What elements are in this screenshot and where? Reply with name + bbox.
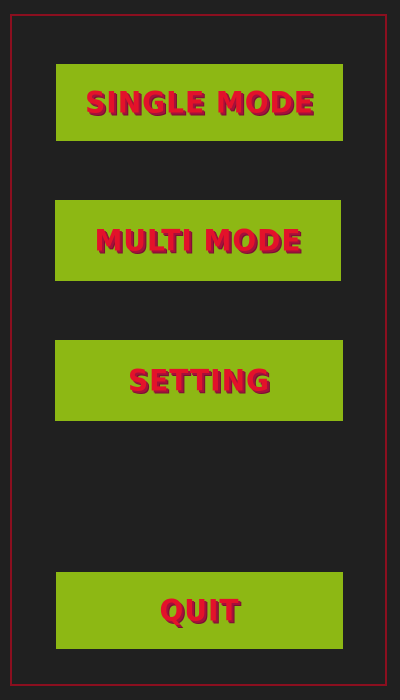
setting-label: SETTING [128, 363, 270, 398]
single-mode-button[interactable]: SINGLE MODE [56, 64, 343, 141]
main-menu-screen: SINGLE MODE MULTI MODE SETTING QUIT [0, 0, 400, 700]
setting-button[interactable]: SETTING [55, 340, 343, 421]
multi-mode-label: MULTI MODE [94, 223, 302, 258]
quit-label: QUIT [159, 593, 240, 628]
multi-mode-button[interactable]: MULTI MODE [55, 200, 341, 281]
quit-button[interactable]: QUIT [56, 572, 343, 649]
single-mode-label: SINGLE MODE [85, 85, 314, 120]
